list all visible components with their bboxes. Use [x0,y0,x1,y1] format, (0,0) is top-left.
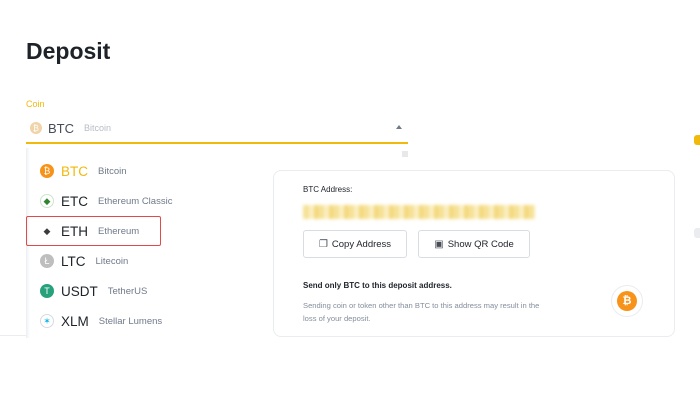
bitcoin-icon: ₿ [40,164,54,178]
selected-coin-name: Bitcoin [84,123,112,133]
edge-marker [694,135,700,145]
btc-badge: ₿ [611,285,643,317]
bitcoin-icon: ₿ [617,291,637,311]
divider [0,335,26,336]
coin-option-name: TetherUS [107,285,148,297]
coin-label: Coin [26,99,45,109]
coin-option-name: Bitcoin [98,165,127,177]
dropdown-scrollbar[interactable] [402,151,408,157]
address-value-blurred [303,205,535,219]
show-qr-code-button[interactable]: ▣ Show QR Code [418,230,530,258]
bitcoin-icon: ₿ [30,122,42,134]
qr-code-icon: ▣ [434,238,444,250]
copy-address-button[interactable]: ❐ Copy Address [303,230,407,258]
ethereum-classic-icon: ◆ [40,194,54,208]
coin-option-symbol: LTC [61,253,86,269]
coin-option-symbol: XLM [61,313,89,329]
litecoin-icon: Ł [40,254,54,268]
coin-select[interactable]: ₿ BTC Bitcoin [26,114,408,144]
coin-option-name: Litecoin [95,255,129,267]
coin-option-symbol: ETC [61,193,88,209]
caret-up-icon[interactable] [396,125,402,129]
edge-marker [694,228,700,238]
deposit-address-card: BTC Address: ❐ Copy Address ▣ Show QR Co… [273,170,675,337]
coin-option-name: Stellar Lumens [98,315,163,327]
copy-address-label: Copy Address [331,238,392,250]
stellar-icon: ✶ [40,314,54,328]
tether-icon: T [40,284,54,298]
page-title: Deposit [26,38,111,64]
eth-highlight-box [26,216,161,246]
coin-option-symbol: BTC [61,163,88,179]
warning-title: Send only BTC to this deposit address. [303,281,452,290]
coin-option-symbol: USDT [61,283,98,299]
selected-coin-symbol: BTC [48,120,74,136]
copy-icon: ❐ [318,238,328,250]
warning-text: Sending coin or token other than BTC to … [303,301,540,323]
coin-option-name: Ethereum Classic [98,195,173,207]
address-label: BTC Address: [303,185,353,194]
show-qr-code-label: Show QR Code [447,238,514,250]
